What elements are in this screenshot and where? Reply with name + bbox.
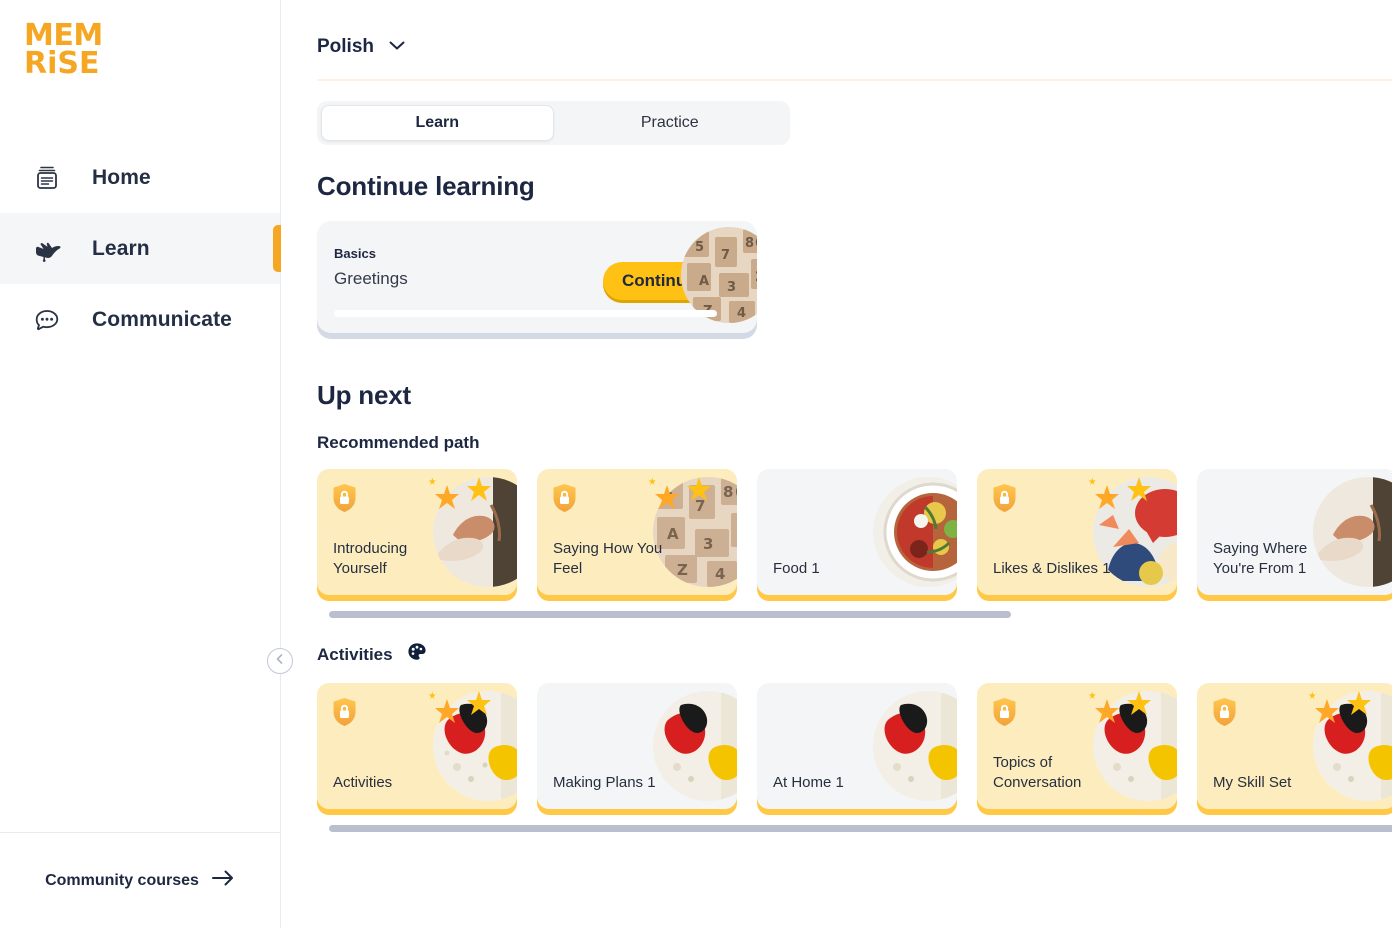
- tab-practice[interactable]: Practice: [554, 105, 787, 141]
- course-card[interactable]: At Home 1: [757, 683, 957, 809]
- recommended-path-scrollbar[interactable]: [329, 611, 1011, 618]
- palette-icon: [407, 642, 427, 667]
- svg-text:8: 8: [723, 483, 733, 501]
- course-card-title: Food 1: [773, 560, 820, 578]
- lock-badge-icon: [991, 483, 1018, 513]
- continue-card-kicker: Basics: [334, 246, 376, 261]
- tab-label: Practice: [640, 114, 699, 131]
- sidebar-item-home[interactable]: Home: [0, 142, 280, 213]
- svg-text:4: 4: [737, 306, 746, 321]
- lock-badge-icon: [331, 697, 358, 727]
- course-card-title: Activities: [333, 774, 393, 792]
- logo-line-2: RiSE: [24, 45, 100, 81]
- sidebar: MEM RiSE Home Learn Communicate Communit…: [0, 0, 293, 928]
- learn-practice-tabs: Learn Practice: [317, 101, 790, 145]
- language-name: Polish: [317, 36, 375, 57]
- community-courses-link[interactable]: Community courses: [0, 832, 280, 928]
- header-divider: [317, 79, 1392, 81]
- continue-card-progress: [334, 310, 717, 317]
- recommended-path-row: Introducing Yourself 8 7 5 3 A Z 4 Sayin…: [317, 469, 1392, 618]
- lock-badge-icon: [331, 483, 358, 513]
- course-card-title: Saying Where You're From 1: [1213, 540, 1308, 578]
- activities-scrollbar[interactable]: [329, 825, 1392, 832]
- lock-badge-icon: [991, 697, 1018, 727]
- continue-learning-card[interactable]: Basics Greetings Continue 8 7 5 3 A 4: [317, 221, 757, 333]
- continue-card-thumbnail: 869 75 23 AZ4: [681, 227, 757, 323]
- card-list: Activities Making Plans 1 At Home 1 Topi…: [317, 683, 1392, 809]
- svg-text:5: 5: [663, 489, 673, 507]
- course-card[interactable]: Likes & Dislikes 1: [977, 469, 1177, 595]
- hand-pointer-icon: [28, 232, 66, 266]
- course-card[interactable]: Topics of Conversation: [977, 683, 1177, 809]
- svg-text:8: 8: [745, 236, 754, 251]
- course-card-title: Making Plans 1: [553, 774, 656, 792]
- sidebar-nav: Home Learn Communicate: [0, 142, 281, 355]
- svg-text:4: 4: [715, 565, 725, 583]
- svg-text:3: 3: [727, 280, 736, 295]
- activities-text: Activities: [317, 644, 393, 664]
- chevron-down-icon: [388, 38, 406, 56]
- chevron-left-icon: [274, 652, 286, 670]
- activities-label: Activities: [317, 642, 1392, 667]
- sidebar-collapse-button[interactable]: [267, 648, 293, 674]
- svg-text:A: A: [699, 274, 709, 289]
- course-card[interactable]: 869 75 23 AZ4: [537, 469, 737, 595]
- course-card-title: My Skill Set: [1213, 774, 1292, 792]
- card-list: Introducing Yourself 8 7 5 3 A Z 4 Sayin…: [317, 469, 1392, 595]
- course-card[interactable]: Saying Where You're From 1: [1197, 469, 1392, 595]
- course-card[interactable]: Making Plans 1: [537, 683, 737, 809]
- sidebar-item-learn[interactable]: Learn: [0, 213, 281, 284]
- up-next-heading: Up next: [317, 380, 411, 410]
- arrow-right-icon: [211, 869, 235, 892]
- lock-badge-icon: [551, 483, 578, 513]
- course-card[interactable]: Food 1: [757, 469, 957, 595]
- activities-row: Activities Making Plans 1 At Home 1 Topi…: [317, 683, 1392, 832]
- app-root: MEM RiSE Home Learn Communicate Communit…: [0, 0, 1392, 928]
- svg-text:6: 6: [735, 483, 737, 501]
- sidebar-item-label: Learn: [92, 236, 150, 260]
- tab-label: Learn: [415, 114, 460, 131]
- svg-text:2: 2: [755, 270, 757, 285]
- svg-text:7: 7: [695, 497, 705, 515]
- svg-text:5: 5: [695, 240, 704, 255]
- language-selector[interactable]: Polish: [281, 0, 406, 58]
- course-card-title: At Home 1: [773, 774, 844, 792]
- course-card-title: Introducing Yourself: [333, 540, 408, 578]
- main-content: Polish Learn Practice Continue learning …: [281, 0, 1392, 928]
- svg-text:7: 7: [721, 248, 730, 263]
- sidebar-item-communicate[interactable]: Communicate: [0, 284, 280, 355]
- course-card-title: Likes & Dislikes 1: [993, 560, 1111, 578]
- course-card[interactable]: Activities: [317, 683, 517, 809]
- recommended-path-label: Recommended path: [317, 433, 1392, 453]
- svg-text:3: 3: [703, 535, 713, 553]
- course-card-title: Saying How You Feel: [553, 540, 663, 578]
- sidebar-item-label: Home: [92, 165, 151, 189]
- tab-learn[interactable]: Learn: [321, 105, 554, 141]
- recommended-path-text: Recommended path: [317, 433, 480, 452]
- course-card[interactable]: My Skill Set: [1197, 683, 1392, 809]
- continue-card-title: Greetings: [334, 269, 408, 288]
- lock-badge-icon: [1211, 697, 1238, 727]
- memrise-logo[interactable]: MEM RiSE: [0, 0, 280, 120]
- continue-learning-heading: Continue learning: [317, 171, 535, 201]
- svg-text:6: 6: [755, 236, 757, 251]
- cards-icon: [28, 161, 66, 195]
- course-card[interactable]: Introducing Yourself: [317, 469, 517, 595]
- community-courses-label: Community courses: [45, 871, 199, 889]
- speech-bubble-icon: [28, 303, 66, 337]
- sidebar-item-label: Communicate: [92, 307, 232, 331]
- course-card-title: Topics of Conversation: [993, 754, 1082, 792]
